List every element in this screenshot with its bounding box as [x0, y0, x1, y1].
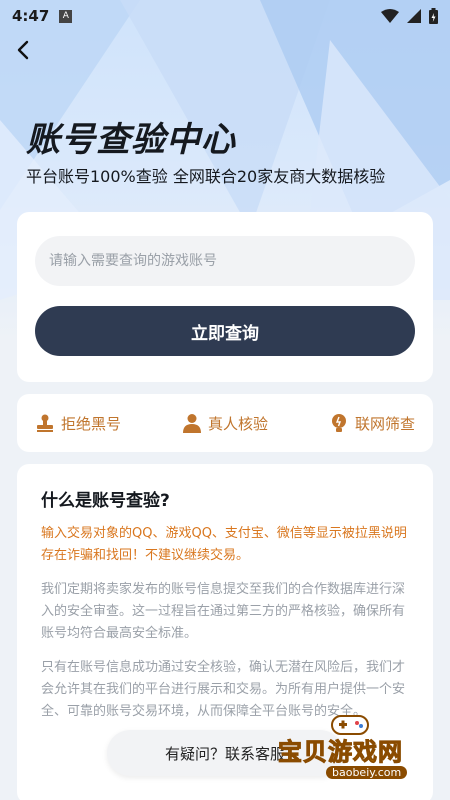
signal-icon — [407, 9, 421, 23]
query-now-button[interactable]: 立即查询 — [35, 306, 415, 356]
feature-label: 联网筛查 — [354, 414, 415, 433]
feature-label: 拒绝黑号 — [61, 414, 122, 433]
info-paragraph-1: 我们定期将卖家发布的账号信息提交至我们的合作数据库进行深入的安全审查。这一过程旨… — [41, 582, 406, 641]
feature-label: 真人核验 — [207, 414, 268, 433]
feature-reject-black-account: 拒绝黑号 — [35, 413, 121, 434]
battery-icon — [429, 8, 438, 24]
notification-a-icon: A — [59, 9, 73, 23]
search-card: 立即查询 — [17, 212, 433, 382]
bulb-icon — [331, 414, 346, 432]
info-warning: 输入交易对象的QQ、游戏QQ、支付宝、微信等显示被拉黑说明存在诈骗和找回！不建议… — [41, 526, 407, 563]
status-icons — [381, 8, 438, 24]
person-icon — [182, 414, 201, 433]
watermark-text: 宝贝游戏网 — [278, 738, 403, 767]
page-subtitle: 平台账号100%查验 全网联合20家友商大数据核验 — [26, 167, 386, 186]
chevron-left-icon — [17, 40, 29, 60]
feature-network-screening: 联网筛查 — [329, 413, 415, 434]
feature-real-person-verify: 真人核验 — [182, 413, 268, 434]
status-bar: 4:47 A — [0, 0, 450, 32]
info-title: 什么是账号查验? — [41, 491, 170, 511]
watermark-logo: 宝贝游戏网 baobeiy.com — [278, 712, 448, 797]
watermark-url: baobeiy.com — [326, 766, 408, 779]
features-card: 拒绝黑号 真人核验 联网筛查 — [17, 394, 433, 452]
status-time: 4:47 — [12, 7, 50, 25]
account-search-input[interactable] — [35, 236, 415, 286]
wifi-icon — [381, 9, 399, 23]
page-title: 账号查验中心 — [26, 120, 236, 160]
back-button[interactable] — [12, 38, 36, 62]
stamp-icon — [37, 414, 53, 432]
